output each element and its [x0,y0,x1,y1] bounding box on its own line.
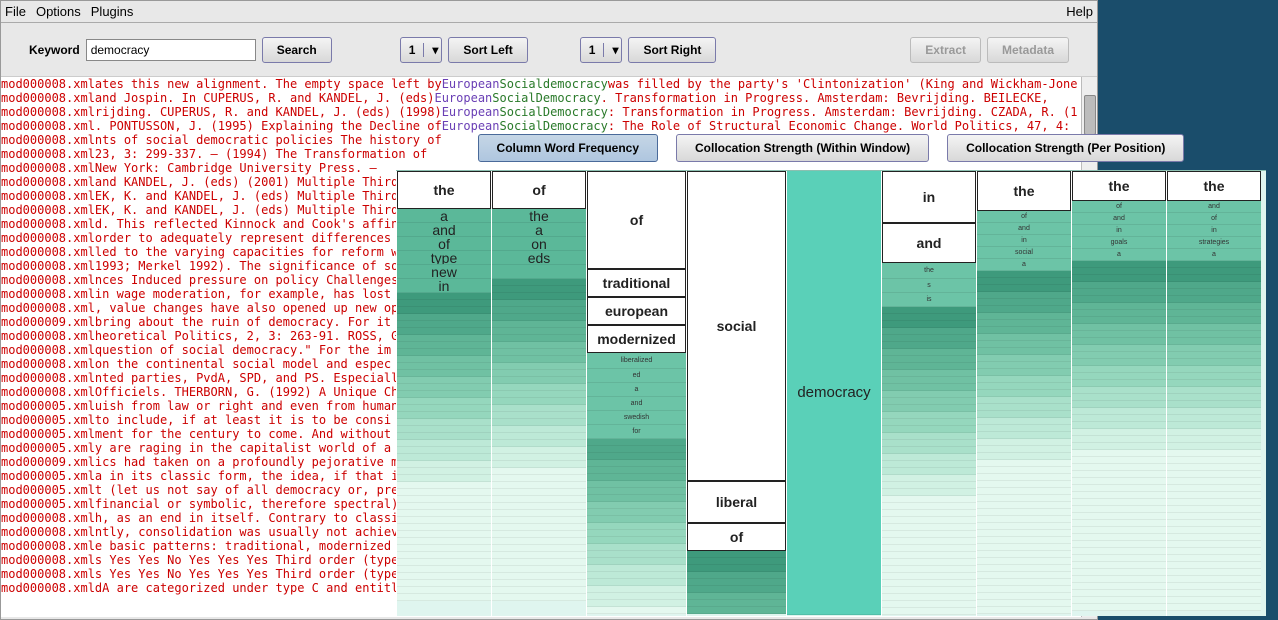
menu-plugins[interactable]: Plugins [91,4,134,19]
menu-options[interactable]: Options [36,4,81,19]
tab-collocation-within-window[interactable]: Collocation Strength (Within Window) [676,134,929,162]
freq-cell[interactable]: of [492,171,586,209]
freq-cell[interactable]: and [1167,201,1261,213]
freq-cell[interactable]: a [1167,249,1261,261]
freq-cell[interactable]: ed [587,369,686,383]
freq-column: theofandinsociala [976,171,1071,616]
tab-column-word-frequency[interactable]: Column Word Frequency [478,134,658,162]
freq-cell[interactable]: type [397,251,491,265]
freq-cell[interactable]: s [882,279,976,293]
freq-cell[interactable]: the [397,171,491,209]
freq-cell[interactable]: a [977,259,1071,271]
freq-cell[interactable]: is [882,293,976,307]
freq-column: theandofinstrategiesa [1166,171,1261,616]
freq-cell[interactable]: and [977,223,1071,235]
sort-right-button[interactable]: Sort Right [628,37,716,63]
metadata-button[interactable]: Metadata [987,37,1069,63]
freq-cell[interactable]: of [977,211,1071,223]
keyword-input[interactable] [86,39,256,61]
freq-cell[interactable]: of [397,237,491,251]
freq-column: democracy [786,171,881,616]
freq-column: socialliberalof [686,171,786,616]
freq-cell[interactable]: the [882,263,976,279]
freq-cell[interactable]: traditional [587,269,686,297]
conc-line[interactable]: mod000008.xmlates this new alignment. Th… [1,77,1097,91]
freq-cell[interactable]: in [1167,225,1261,237]
freq-cell[interactable]: of [587,171,686,269]
freq-cell[interactable]: new [397,265,491,279]
freq-column: inandthesis [881,171,976,616]
freq-tabs: Column Word Frequency Collocation Streng… [396,130,1266,166]
sort-left-count[interactable]: 1▾ [400,37,443,63]
conc-line[interactable]: mod000008.xml and Jospin. In CUPERUS, R.… [1,91,1097,105]
freq-cell[interactable]: in [397,279,491,293]
freq-cell[interactable]: a [492,223,586,237]
freq-cell[interactable]: in [1072,225,1166,237]
conc-line[interactable]: mod000008.xmlrijding. CUPERUS, R. and KA… [1,105,1097,119]
freq-cell[interactable]: the [492,209,586,223]
freq-cell[interactable]: of [1072,201,1166,213]
freq-cell[interactable]: eds [492,251,586,265]
frequency-panel: Column Word Frequency Collocation Streng… [396,130,1266,616]
freq-column: theaandoftypenewin [396,171,491,616]
freq-cell[interactable]: in [977,235,1071,247]
menubar: File Options Plugins Help [1,1,1097,23]
freq-cell[interactable]: the [977,171,1071,211]
freq-cell[interactable]: swedish [587,411,686,425]
freq-cell[interactable]: on [492,237,586,251]
freq-cell[interactable]: and [587,397,686,411]
freq-cell[interactable]: goals [1072,237,1166,249]
freq-cell[interactable]: liberalized [587,353,686,369]
freq-column: oftraditionaleuropeanmodernizedliberaliz… [586,171,686,616]
freq-cell[interactable]: and [397,223,491,237]
freq-cell[interactable]: and [1072,213,1166,225]
sort-left-button[interactable]: Sort Left [448,37,527,63]
freq-cell[interactable]: the [1167,171,1261,201]
freq-cell[interactable]: a [1072,249,1166,261]
freq-cell[interactable]: for [587,425,686,439]
toolbar: Keyword Search 1▾ Sort Left 1▾ Sort Righ… [1,23,1097,77]
freq-cell[interactable]: modernized [587,325,686,353]
freq-cell[interactable]: of [687,523,786,551]
menu-file[interactable]: File [5,4,26,19]
freq-cell[interactable]: strategies [1167,237,1261,249]
keyword-label: Keyword [29,43,80,57]
search-button[interactable]: Search [262,37,332,63]
freq-cell[interactable]: and [882,223,976,263]
menu-help[interactable]: Help [1066,4,1093,19]
tab-collocation-per-position[interactable]: Collocation Strength (Per Position) [947,134,1184,162]
extract-button[interactable]: Extract [910,37,981,63]
frequency-columns: theaandoftypenewinoftheaonedsoftradition… [396,170,1266,616]
freq-cell[interactable]: the [1072,171,1166,201]
freq-column: theofandingoalsa [1071,171,1166,616]
freq-cell[interactable]: liberal [687,481,786,523]
freq-cell[interactable]: european [587,297,686,325]
freq-cell[interactable]: social [977,247,1071,259]
sort-right-count[interactable]: 1▾ [580,37,623,63]
freq-cell[interactable]: in [882,171,976,223]
freq-cell[interactable]: democracy [787,171,881,615]
freq-column: oftheaoneds [491,171,586,616]
freq-cell[interactable]: social [687,171,786,481]
freq-cell[interactable] [492,265,586,279]
freq-cell[interactable]: a [587,383,686,397]
freq-cell[interactable]: of [1167,213,1261,225]
freq-cell[interactable]: a [397,209,491,223]
